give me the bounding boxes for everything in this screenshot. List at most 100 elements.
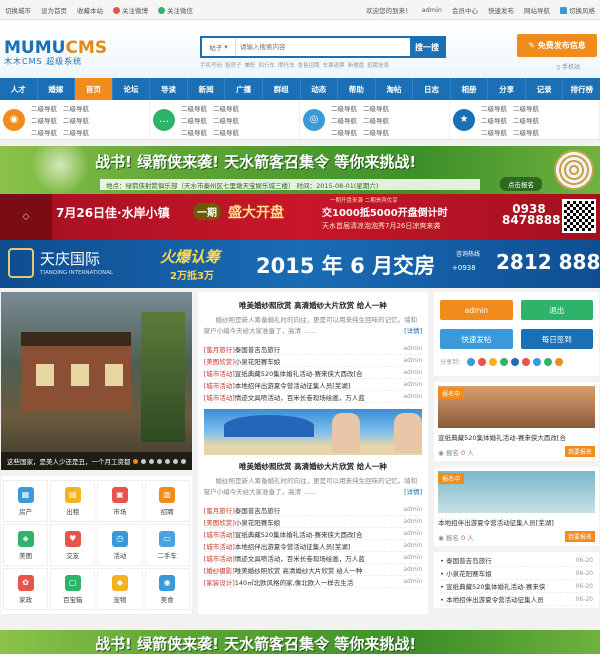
news-list-item[interactable]: [婚纱摄影]唯美婚纱照欣赏 高清婚纱大片欣赏 给人一种 admin — [203, 564, 423, 576]
share-tencent-icon[interactable] — [511, 357, 520, 366]
icon-grid-item[interactable]: ◈ 美图 — [3, 524, 49, 566]
icon-grid-item[interactable]: ◉ 美食 — [144, 568, 190, 610]
sub-nav-link[interactable]: 二级导航 — [63, 103, 89, 113]
share-weibo-icon[interactable] — [478, 357, 487, 366]
news-list-item[interactable]: [美图欣赏]小泉花阳赛车娘 admin — [203, 355, 423, 367]
sub-nav-link[interactable]: 二级导航 — [331, 127, 357, 137]
icon-grid-item[interactable]: ▢ 百宝箱 — [50, 568, 96, 610]
event-card[interactable]: 报名中 宣纸典藏520集体婚礼活动-赛来侠大酉改[合 ◉ 报名 0 人 我要报名 — [434, 382, 599, 461]
news-more-link[interactable]: [详情] — [392, 487, 422, 498]
share-qq-icon[interactable] — [533, 357, 542, 366]
sub-nav-link[interactable]: 二级导航 — [331, 103, 357, 113]
hot-word[interactable]: 急售招聘 — [298, 61, 320, 69]
sub-nav-link[interactable]: 二级导航 — [331, 115, 357, 125]
tianqing-banner[interactable]: 天庆国际 TIANQING INTERNATIONAL 火爆认筹 2万抵3万 2… — [0, 240, 600, 288]
event-card[interactable]: 报名中 本地招伴出游夏令营活动征集人员[芜湖] ◉ 报名 0 人 我要报名 — [434, 467, 599, 546]
sub-nav-link[interactable]: 二级导航 — [31, 103, 57, 113]
news-list-item[interactable]: [蜜月旅行]泰国普吉岛旅行 admin — [203, 343, 423, 355]
sub-nav-link[interactable]: 二级导航 — [363, 103, 389, 113]
news-list-item[interactable]: [美图欣赏]小泉花阳赛车娘 admin — [203, 516, 423, 528]
site-nav-link[interactable]: 网站导航 — [524, 5, 550, 15]
switch-city-link[interactable]: 切换城市 — [5, 5, 31, 15]
hot-word[interactable]: 招聘信息 — [367, 61, 389, 69]
share-douban-icon[interactable] — [544, 357, 553, 366]
image-slider[interactable]: 这些国家，是美人少还是丑，一个月工资都 — [1, 292, 192, 470]
user-link[interactable]: admin — [422, 6, 442, 14]
sub-nav-link[interactable]: 二级导航 — [181, 127, 207, 137]
quick-post-button[interactable]: 快速发帖 — [440, 329, 513, 349]
hot-word[interactable]: 兼职 — [245, 61, 256, 69]
news-list-item[interactable]: [城市活动]宣纸典藏520集体婚礼活动-赛来侠大酉改[合 admin — [203, 528, 423, 540]
site-logo[interactable]: MUMUCMS 木木CMS 超级系统 — [4, 38, 107, 67]
wechat-link[interactable]: 关注微信 — [158, 5, 193, 15]
nav-item[interactable]: 群组 — [263, 78, 301, 100]
nav-item[interactable]: 相册 — [451, 78, 489, 100]
map-pin-icon[interactable]: ◉ — [3, 108, 25, 131]
bottom-archery-banner[interactable]: 战书! 绿箭侠来袭! 天水箭客召集令 等你来挑战! — [0, 630, 600, 654]
switch-style-link[interactable]: 切换风格 — [560, 5, 595, 15]
news-list-item[interactable]: [城市活动]情迹文具喷活动，百米长卷现场绘画，万人蓝 admin — [203, 552, 423, 564]
archery-signup-button[interactable]: 点击报名 — [500, 177, 542, 191]
set-homepage-link[interactable]: 设为首页 — [41, 5, 67, 15]
star-icon[interactable]: ★ — [453, 108, 475, 131]
daily-sign-button[interactable]: 每日签到 — [520, 329, 593, 349]
nav-item[interactable]: 日志 — [413, 78, 451, 100]
share-renren-icon[interactable] — [522, 357, 531, 366]
slider-dot[interactable] — [132, 459, 138, 464]
username-button[interactable]: admin — [440, 300, 513, 320]
sub-nav-link[interactable]: 二级导航 — [63, 115, 89, 125]
icon-grid-item[interactable]: ◷ 活动 — [97, 524, 143, 566]
news-headline[interactable]: 唯美婚纱照欣赏 高清婚纱大片欣赏 给人一种 — [204, 300, 422, 311]
search-input[interactable] — [236, 38, 410, 56]
nav-item[interactable]: 广播 — [225, 78, 263, 100]
nav-item[interactable]: 记录 — [526, 78, 564, 100]
bookmark-link[interactable]: 收藏本站 — [77, 5, 103, 15]
search-button[interactable]: 搜一搜 — [410, 38, 444, 56]
share-plus-icon[interactable] — [467, 357, 476, 366]
slider-dot[interactable] — [172, 459, 178, 464]
news-list-item[interactable]: [城市活动]情迹文具喷活动，百米长卷现场绘画，万人蓝 admin — [203, 391, 423, 403]
sub-nav-link[interactable]: 二级导航 — [213, 115, 239, 125]
sub-nav-link[interactable]: 二级导航 — [513, 103, 539, 113]
nav-item[interactable]: 导读 — [150, 78, 188, 100]
share-more-icon[interactable] — [555, 357, 564, 366]
slider-dot[interactable] — [156, 459, 162, 464]
side-list-item[interactable]: • 本地招伴出游夏令营活动征集人员 06-20 — [440, 593, 593, 606]
event-title[interactable]: 宣纸典藏520集体婚礼活动-赛来侠大酉改[合 — [438, 432, 595, 442]
signup-button[interactable]: 我要报名 — [564, 446, 595, 457]
hot-word[interactable]: 四行车 — [259, 61, 276, 69]
nav-item[interactable]: 人才 — [0, 78, 38, 100]
chat-icon[interactable]: … — [153, 108, 175, 131]
quick-publish-link[interactable]: 快速发布 — [488, 5, 514, 15]
icon-grid-item[interactable]: ▣ 市场 — [97, 480, 143, 522]
sub-nav-link[interactable]: 二级导航 — [63, 127, 89, 137]
slider-dot[interactable] — [148, 459, 154, 464]
icon-grid-item[interactable]: ♥ 交友 — [50, 524, 96, 566]
hot-word[interactable]: 手机号码 — [200, 61, 222, 69]
nav-item[interactable]: 新闻 — [188, 78, 226, 100]
camera-icon[interactable]: ◎ — [303, 108, 325, 131]
hot-word[interactable]: 新楼盘 — [348, 61, 365, 69]
news-list-item[interactable]: [城市活动]本地招伴出游夏令营活动征集人员[芜湖] admin — [203, 540, 423, 552]
mobile-site-link[interactable]: ▯ 手机站 — [557, 62, 580, 71]
free-publish-button[interactable]: ✎ 免费发布信息 — [517, 34, 597, 57]
news-banner-image[interactable] — [203, 409, 423, 455]
sub-nav-link[interactable]: 二级导航 — [513, 127, 539, 137]
sub-nav-link[interactable]: 二级导航 — [363, 115, 389, 125]
nav-item[interactable]: 婚嫁 — [38, 78, 76, 100]
icon-grid-item[interactable]: ▦ 房产 — [3, 480, 49, 522]
hot-word[interactable]: 租房子 — [225, 61, 242, 69]
slider-dot[interactable] — [164, 459, 170, 464]
sub-nav-link[interactable]: 二级导航 — [31, 115, 57, 125]
search-type-select[interactable]: 帖子 ▾ — [202, 38, 236, 56]
slider-dot[interactable] — [180, 459, 186, 464]
sub-nav-link[interactable]: 二级导航 — [181, 115, 207, 125]
hot-word[interactable]: 车票退票 — [323, 61, 345, 69]
archery-banner[interactable]: 战书! 绿箭侠来袭! 天水箭客召集令 等你来挑战! 地点：绿箭侠射箭俱乐部（天水… — [0, 146, 600, 194]
icon-grid-item[interactable]: ▤ 出租 — [50, 480, 96, 522]
icon-grid-item[interactable]: ▥ 招聘 — [144, 480, 190, 522]
news-list-item[interactable]: [家装设计]140㎡北欧风格的家,像北欧人一样去生活 admin — [203, 576, 423, 588]
hot-word[interactable]: 摩托车 — [278, 61, 295, 69]
news-list-item[interactable]: [城市活动]本地招伴出游夏令营活动征集人员[芜湖] admin — [203, 379, 423, 391]
side-list-item[interactable]: • 泰国普吉岛旅行 06-20 — [440, 554, 593, 567]
